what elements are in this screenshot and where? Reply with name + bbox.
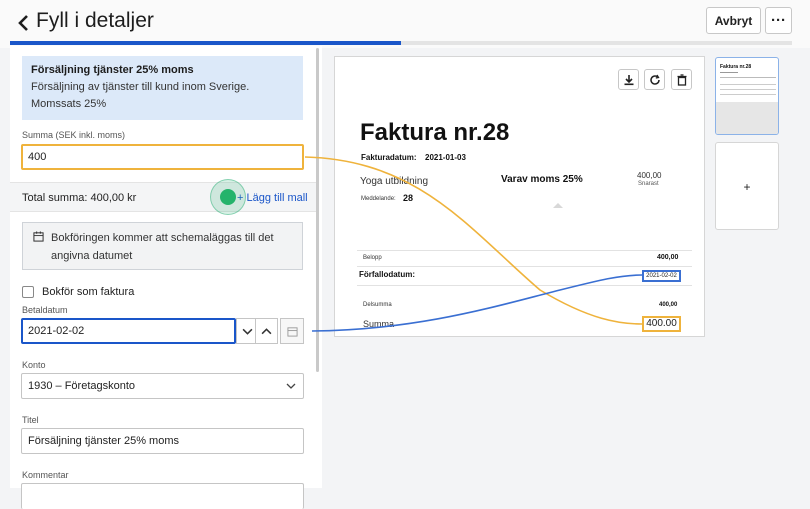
invoice-checkbox-label: Bokför som faktura xyxy=(42,286,135,298)
thumbnail-line xyxy=(720,94,776,95)
refresh-icon xyxy=(650,74,660,85)
invoice-subtotal-label: Delsumma xyxy=(363,302,392,308)
due-date-input[interactable]: 2021-02-02 xyxy=(21,318,236,344)
invoice-amount-value: 400,00 xyxy=(657,254,679,261)
download-button[interactable] xyxy=(618,69,639,90)
invoice-checkbox[interactable] xyxy=(22,286,34,298)
add-page-button[interactable]: + xyxy=(715,142,779,230)
comment-input[interactable] xyxy=(21,483,304,509)
chevron-left-icon xyxy=(18,15,28,31)
account-label: Konto xyxy=(22,360,46,370)
invoice-rule xyxy=(357,285,692,286)
form-scrollbar[interactable] xyxy=(316,48,319,372)
cancel-button[interactable]: Avbryt xyxy=(706,7,761,34)
invoice-line-item: Yoga utbildning xyxy=(360,176,429,187)
date-picker-button[interactable] xyxy=(280,318,304,344)
template-title: Försäljning tjänster 25% moms xyxy=(31,64,194,76)
calendar-icon xyxy=(33,231,44,242)
invoice-due-label: Förfallodatum: xyxy=(359,270,415,279)
sum-input[interactable]: 400 xyxy=(21,144,304,170)
page-thumbnail[interactable]: Faktura nr.28 xyxy=(715,57,779,135)
comment-label: Kommentar xyxy=(22,470,69,480)
thumbnail-line xyxy=(720,72,738,73)
progress-bar xyxy=(10,41,792,45)
top-bar: Fyll i detaljer Avbryt ··· xyxy=(0,0,810,48)
thumbnail-title: Faktura nr.28 xyxy=(720,64,752,70)
invoice-message-value: 28 xyxy=(403,193,414,203)
add-template-link[interactable]: + Lägg till mall xyxy=(237,192,308,204)
invoice-amount-label: Belopp xyxy=(363,255,382,261)
total-sum-label: Total summa: 400,00 kr xyxy=(22,192,137,204)
schedule-notice: Bokföringen kommer att schemaläggas till… xyxy=(22,222,303,270)
invoice-preview: Faktura nr.28 Fakturadatum: 2021-01-03 Y… xyxy=(334,56,705,337)
progress-bar-fill xyxy=(10,41,401,45)
invoice-rule xyxy=(357,266,692,267)
details-form-panel: Försäljning tjänster 25% moms Försäljnin… xyxy=(10,46,322,509)
date-increment-button[interactable] xyxy=(255,318,278,344)
trash-icon xyxy=(677,74,687,86)
invoice-message-label: Meddelande: xyxy=(361,196,396,202)
calendar-icon xyxy=(286,327,298,337)
account-select-value: 1930 – Företagskonto xyxy=(28,380,136,392)
download-icon xyxy=(624,75,634,86)
template-info-box: Försäljning tjänster 25% moms Försäljnin… xyxy=(22,56,303,120)
click-indicator-dot xyxy=(220,189,236,205)
account-select[interactable]: 1930 – Företagskonto xyxy=(21,373,304,399)
due-date-label: Betaldatum xyxy=(22,305,68,315)
template-description: Försäljning av tjänster till kund inom S… xyxy=(31,81,250,110)
page-title: Fyll i detaljer xyxy=(36,9,154,32)
title-label: Titel xyxy=(22,415,39,425)
invoice-date-label: Fakturadatum: xyxy=(361,153,417,162)
invoice-amount-top: 400,00 xyxy=(637,171,662,180)
invoice-date-value: 2021-01-03 xyxy=(425,153,466,162)
thumbnail-line xyxy=(720,84,776,85)
thumbnail-line xyxy=(720,77,776,78)
sum-field-label: Summa (SEK inkl. moms) xyxy=(22,130,126,140)
invoice-total-label: Summa xyxy=(363,319,395,329)
thumbnail-line xyxy=(720,89,776,90)
more-options-button[interactable]: ··· xyxy=(765,7,792,34)
schedule-notice-text: Bokföringen kommer att schemaläggas till… xyxy=(51,232,274,262)
invoice-due-value: 2021-02-02 xyxy=(642,270,681,282)
invoice-title: Faktura nr.28 xyxy=(360,119,510,146)
invoice-total-value: 400.00 xyxy=(642,316,681,332)
invoice-vat-label: Varav moms 25% xyxy=(501,174,583,185)
thumbnail-footer xyxy=(716,102,778,134)
caret-up-icon xyxy=(553,203,563,208)
chevron-down-icon xyxy=(286,383,296,389)
invoice-amount-sub: Snarast xyxy=(638,181,659,187)
delete-button[interactable] xyxy=(671,69,692,90)
chevron-up-icon xyxy=(261,328,272,335)
chevron-down-icon xyxy=(242,328,253,335)
total-row: Total summa: 400,00 kr + Lägg till mall xyxy=(10,182,317,212)
back-button[interactable] xyxy=(16,12,32,34)
title-input[interactable]: Försäljning tjänster 25% moms xyxy=(21,428,304,454)
invoice-rule xyxy=(357,250,692,251)
refresh-button[interactable] xyxy=(644,69,665,90)
invoice-subtotal-value: 400,00 xyxy=(659,302,678,308)
